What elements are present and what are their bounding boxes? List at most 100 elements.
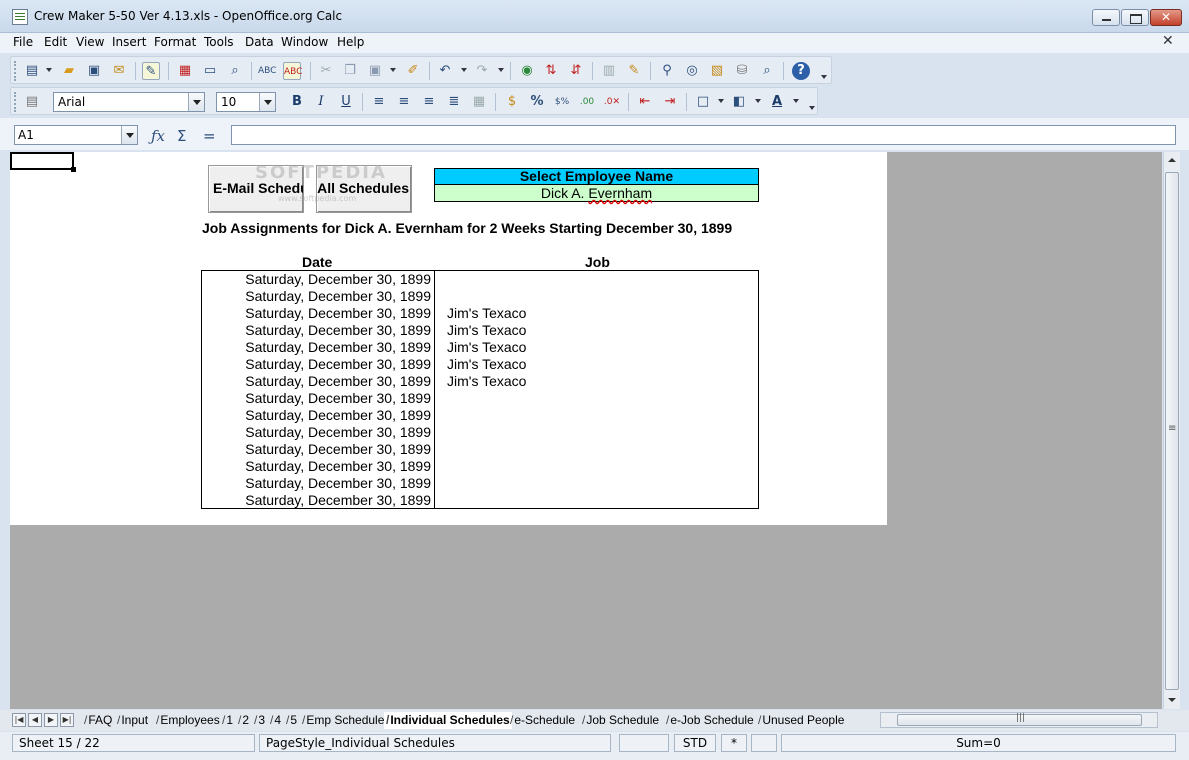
print-icon[interactable]: ▭ xyxy=(201,62,219,80)
tab-emp-schedule[interactable]: Emp Schedule xyxy=(300,712,386,729)
sum-status[interactable]: Sum=0 xyxy=(781,734,1176,752)
background-color-dropdown-icon[interactable] xyxy=(755,99,761,103)
bold-icon[interactable]: B xyxy=(288,93,306,111)
tab-individual-schedules[interactable]: Individual Schedules xyxy=(384,712,512,729)
selection-mode-status[interactable]: STD xyxy=(674,734,716,752)
maximize-button[interactable] xyxy=(1121,9,1149,26)
tab-job-schedule[interactable]: Job Schedule xyxy=(580,712,661,729)
employee-select-cell[interactable]: Dick A. Evernham xyxy=(434,185,759,202)
edit-file-icon[interactable]: ✎ xyxy=(142,62,160,80)
menu-data[interactable]: Data xyxy=(245,35,274,49)
table-row[interactable]: Saturday, December 30, 1899 Jim's Texaco xyxy=(202,305,758,322)
table-row[interactable]: Saturday, December 30, 1899 xyxy=(202,390,758,407)
font-size-combo[interactable]: 10 xyxy=(216,92,276,112)
cell-cursor-a1[interactable] xyxy=(10,152,76,172)
table-row[interactable]: Saturday, December 30, 1899 xyxy=(202,475,758,492)
scroll-up-icon[interactable] xyxy=(1164,152,1180,169)
function-wizard-icon[interactable]: ƒx xyxy=(151,127,165,145)
vertical-scroll-thumb[interactable] xyxy=(1165,172,1179,690)
first-sheet-icon[interactable]: |◀ xyxy=(12,713,26,727)
font-color-icon[interactable]: A xyxy=(768,93,786,111)
paste-dropdown-icon[interactable] xyxy=(390,68,396,72)
decrease-indent-icon[interactable]: ⇤ xyxy=(636,93,654,111)
table-row[interactable]: Saturday, December 30, 1899 xyxy=(202,424,758,441)
new-document-icon[interactable]: ▤ xyxy=(23,62,41,80)
undo-icon[interactable]: ↶ xyxy=(436,62,454,80)
find-replace-icon[interactable]: ⚲ xyxy=(658,62,676,80)
merge-cells-icon[interactable]: ▦ xyxy=(470,93,488,111)
delete-decimal-icon[interactable]: .0✕ xyxy=(603,93,621,111)
tab-e-schedule[interactable]: e-Schedule xyxy=(508,712,577,729)
table-row[interactable]: Saturday, December 30, 1899 xyxy=(202,407,758,424)
toolbar-grip[interactable] xyxy=(14,92,17,112)
tab-faq[interactable]: FAQ xyxy=(82,712,114,729)
tab-4[interactable]: 4 xyxy=(268,712,283,729)
hyperlink-icon[interactable]: ◉ xyxy=(518,62,536,80)
vertical-scrollbar[interactable] xyxy=(1163,152,1180,709)
horizontal-scroll-thumb[interactable] xyxy=(897,713,1142,726)
toolbar-options-icon[interactable] xyxy=(821,75,827,79)
font-name-combo[interactable]: Arial xyxy=(53,92,205,112)
italic-icon[interactable]: I xyxy=(312,93,330,111)
scroll-down-icon[interactable] xyxy=(1164,692,1180,709)
tab-e-job-schedule[interactable]: e-Job Schedule xyxy=(664,712,756,729)
signature-status[interactable] xyxy=(751,734,777,752)
navigator-icon[interactable]: ◎ xyxy=(683,62,701,80)
underline-icon[interactable]: U xyxy=(337,93,355,111)
minimize-button[interactable] xyxy=(1092,9,1120,26)
standard-number-format-icon[interactable]: $% xyxy=(553,93,571,111)
autospellcheck-icon[interactable]: ABC xyxy=(283,62,302,80)
undo-dropdown-icon[interactable] xyxy=(461,68,467,72)
tab-5[interactable]: 5 xyxy=(284,712,299,729)
toolbar-options-icon[interactable] xyxy=(809,106,815,110)
function-equals-icon[interactable]: = xyxy=(203,127,216,145)
tab-employees[interactable]: Employees xyxy=(154,712,222,729)
increase-indent-icon[interactable]: ⇥ xyxy=(661,93,679,111)
page-preview-icon[interactable]: ⌕ xyxy=(226,62,244,80)
paste-icon[interactable]: ▣ xyxy=(366,62,384,80)
tab-1[interactable]: 1 xyxy=(220,712,235,729)
percent-format-icon[interactable]: % xyxy=(528,93,546,111)
chart-icon[interactable]: ▥ xyxy=(600,62,618,80)
name-box-dropdown-icon[interactable] xyxy=(121,126,137,144)
font-name-dropdown-icon[interactable] xyxy=(188,93,204,111)
save-icon[interactable]: ▣ xyxy=(85,62,103,80)
toolbar-grip[interactable] xyxy=(14,61,17,81)
table-row[interactable]: Saturday, December 30, 1899 xyxy=(202,271,758,288)
align-left-icon[interactable]: ≡ xyxy=(370,93,388,111)
menu-help[interactable]: Help xyxy=(337,35,364,49)
last-sheet-icon[interactable]: ▶| xyxy=(60,713,74,727)
close-document-icon[interactable]: ✕ xyxy=(1162,33,1174,49)
data-sources-icon[interactable]: ⛁ xyxy=(733,62,751,80)
table-row[interactable]: Saturday, December 30, 1899 xyxy=(202,441,758,458)
sum-icon[interactable]: Σ xyxy=(177,127,186,145)
borders-icon[interactable]: □ xyxy=(694,93,712,111)
spellcheck-icon[interactable]: ABC xyxy=(258,62,276,80)
export-pdf-icon[interactable]: ▦ xyxy=(176,62,194,80)
table-row[interactable]: Saturday, December 30, 1899 xyxy=(202,458,758,475)
print-page-area[interactable]: E-Mail Schedule Print All Schedules SOFT… xyxy=(10,152,887,525)
menu-view[interactable]: View xyxy=(76,35,104,49)
help-icon[interactable]: ? xyxy=(792,62,810,80)
page-style-status[interactable]: PageStyle_Individual Schedules xyxy=(259,734,611,752)
menu-edit[interactable]: Edit xyxy=(44,35,67,49)
styles-formatting-icon[interactable]: ▤ xyxy=(23,93,41,111)
name-box[interactable]: A1 xyxy=(14,125,138,145)
menu-insert[interactable]: Insert xyxy=(112,35,146,49)
table-row[interactable]: Saturday, December 30, 1899 xyxy=(202,492,758,509)
currency-format-icon[interactable]: $ xyxy=(503,93,521,111)
font-size-dropdown-icon[interactable] xyxy=(259,93,275,111)
align-right-icon[interactable]: ≡ xyxy=(420,93,438,111)
table-row[interactable]: Saturday, December 30, 1899 Jim's Texaco xyxy=(202,356,758,373)
table-row[interactable]: Saturday, December 30, 1899 xyxy=(202,288,758,305)
new-dropdown-icon[interactable] xyxy=(46,68,52,72)
redo-dropdown-icon[interactable] xyxy=(498,68,504,72)
close-window-button[interactable]: ✕ xyxy=(1150,9,1182,26)
table-row[interactable]: Saturday, December 30, 1899 Jim's Texaco xyxy=(202,373,758,390)
spreadsheet-grid[interactable]: E-Mail Schedule Print All Schedules SOFT… xyxy=(10,152,1162,709)
tab-2[interactable]: 2 xyxy=(236,712,251,729)
cut-icon[interactable]: ✂ xyxy=(317,62,335,80)
table-row[interactable]: Saturday, December 30, 1899 Jim's Texaco xyxy=(202,339,758,356)
sort-ascending-icon[interactable]: ⇅ xyxy=(542,62,560,80)
borders-dropdown-icon[interactable] xyxy=(718,99,724,103)
